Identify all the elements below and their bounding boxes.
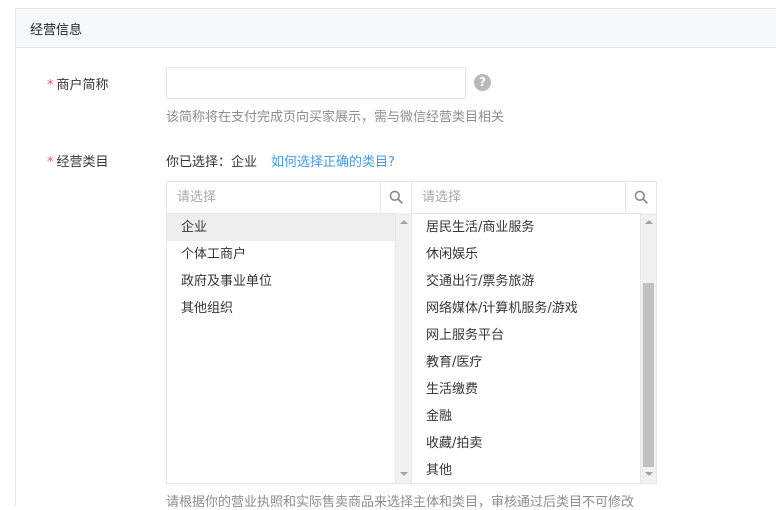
category-label-text: 经营类目 xyxy=(56,155,109,170)
selected-value: 企业 xyxy=(231,155,258,170)
entity-search-input[interactable] xyxy=(167,182,387,212)
list-item[interactable]: 网上服务平台 xyxy=(412,322,656,349)
merchant-name-label: * 商户简称 xyxy=(47,74,109,93)
selected-category-line: 你已选择：企业 如何选择正确的类目? xyxy=(166,151,395,170)
category-help-link[interactable]: 如何选择正确的类目? xyxy=(271,155,395,170)
entity-search-bar xyxy=(167,182,411,214)
list-item[interactable]: 网络媒体/计算机服务/游戏 xyxy=(412,295,656,322)
arrow-up-icon[interactable] xyxy=(400,220,408,224)
category-bottom-note: 请根据你的营业执照和实际售卖商品来选择主体和类目，审核通过后类目不可修改 xyxy=(166,495,635,510)
list-item[interactable]: 收藏/拍卖 xyxy=(412,430,656,457)
scrollbar[interactable] xyxy=(640,213,656,483)
question-circle-icon[interactable]: ? xyxy=(474,74,491,91)
required-mark: * xyxy=(47,78,54,93)
arrow-down-icon[interactable] xyxy=(645,472,653,476)
entity-type-picker: 企业 个体工商户 政府及事业单位 其他组织 xyxy=(166,181,412,484)
section-header: 经营信息 xyxy=(16,9,776,48)
category-label: * 经营类目 xyxy=(47,151,109,170)
list-item[interactable]: 其他组织 xyxy=(167,295,411,322)
search-button[interactable] xyxy=(625,182,656,212)
scrollbar[interactable] xyxy=(395,213,411,483)
required-mark: * xyxy=(47,155,54,170)
merchant-name-input[interactable] xyxy=(166,67,466,99)
list-item[interactable]: 企业 xyxy=(167,214,411,241)
search-icon xyxy=(389,190,403,204)
arrow-up-icon[interactable] xyxy=(645,220,653,224)
industry-picker: 居民生活/商业服务 休闲娱乐 交通出行/票务旅游 网络媒体/计算机服务/游戏 网… xyxy=(411,181,657,484)
list-item[interactable]: 交通出行/票务旅游 xyxy=(412,268,656,295)
list-item[interactable]: 休闲娱乐 xyxy=(412,241,656,268)
list-item[interactable]: 居民生活/商业服务 xyxy=(412,214,656,241)
entity-type-list: 企业 个体工商户 政府及事业单位 其他组织 xyxy=(167,214,411,322)
list-item[interactable]: 个体工商户 xyxy=(167,241,411,268)
industry-list: 居民生活/商业服务 休闲娱乐 交通出行/票务旅游 网络媒体/计算机服务/游戏 网… xyxy=(412,214,656,484)
list-item[interactable]: 金融 xyxy=(412,403,656,430)
selected-prefix: 你已选择： xyxy=(166,155,232,170)
scrollbar-thumb[interactable] xyxy=(643,283,654,467)
industry-search-bar xyxy=(412,182,656,214)
industry-search-input[interactable] xyxy=(412,182,632,212)
merchant-name-hint: 该简称将在支付完成页向买家展示，需与微信经营类目相关 xyxy=(166,110,505,125)
search-icon xyxy=(634,190,648,204)
list-item[interactable]: 教育/医疗 xyxy=(412,349,656,376)
merchant-name-label-text: 商户简称 xyxy=(56,78,109,93)
search-button[interactable] xyxy=(380,182,411,212)
arrow-down-icon[interactable] xyxy=(400,472,408,476)
section-title: 经营信息 xyxy=(30,22,83,38)
list-item[interactable]: 政府及事业单位 xyxy=(167,268,411,295)
list-item[interactable]: 其他 xyxy=(412,457,656,484)
list-item[interactable]: 生活缴费 xyxy=(412,376,656,403)
